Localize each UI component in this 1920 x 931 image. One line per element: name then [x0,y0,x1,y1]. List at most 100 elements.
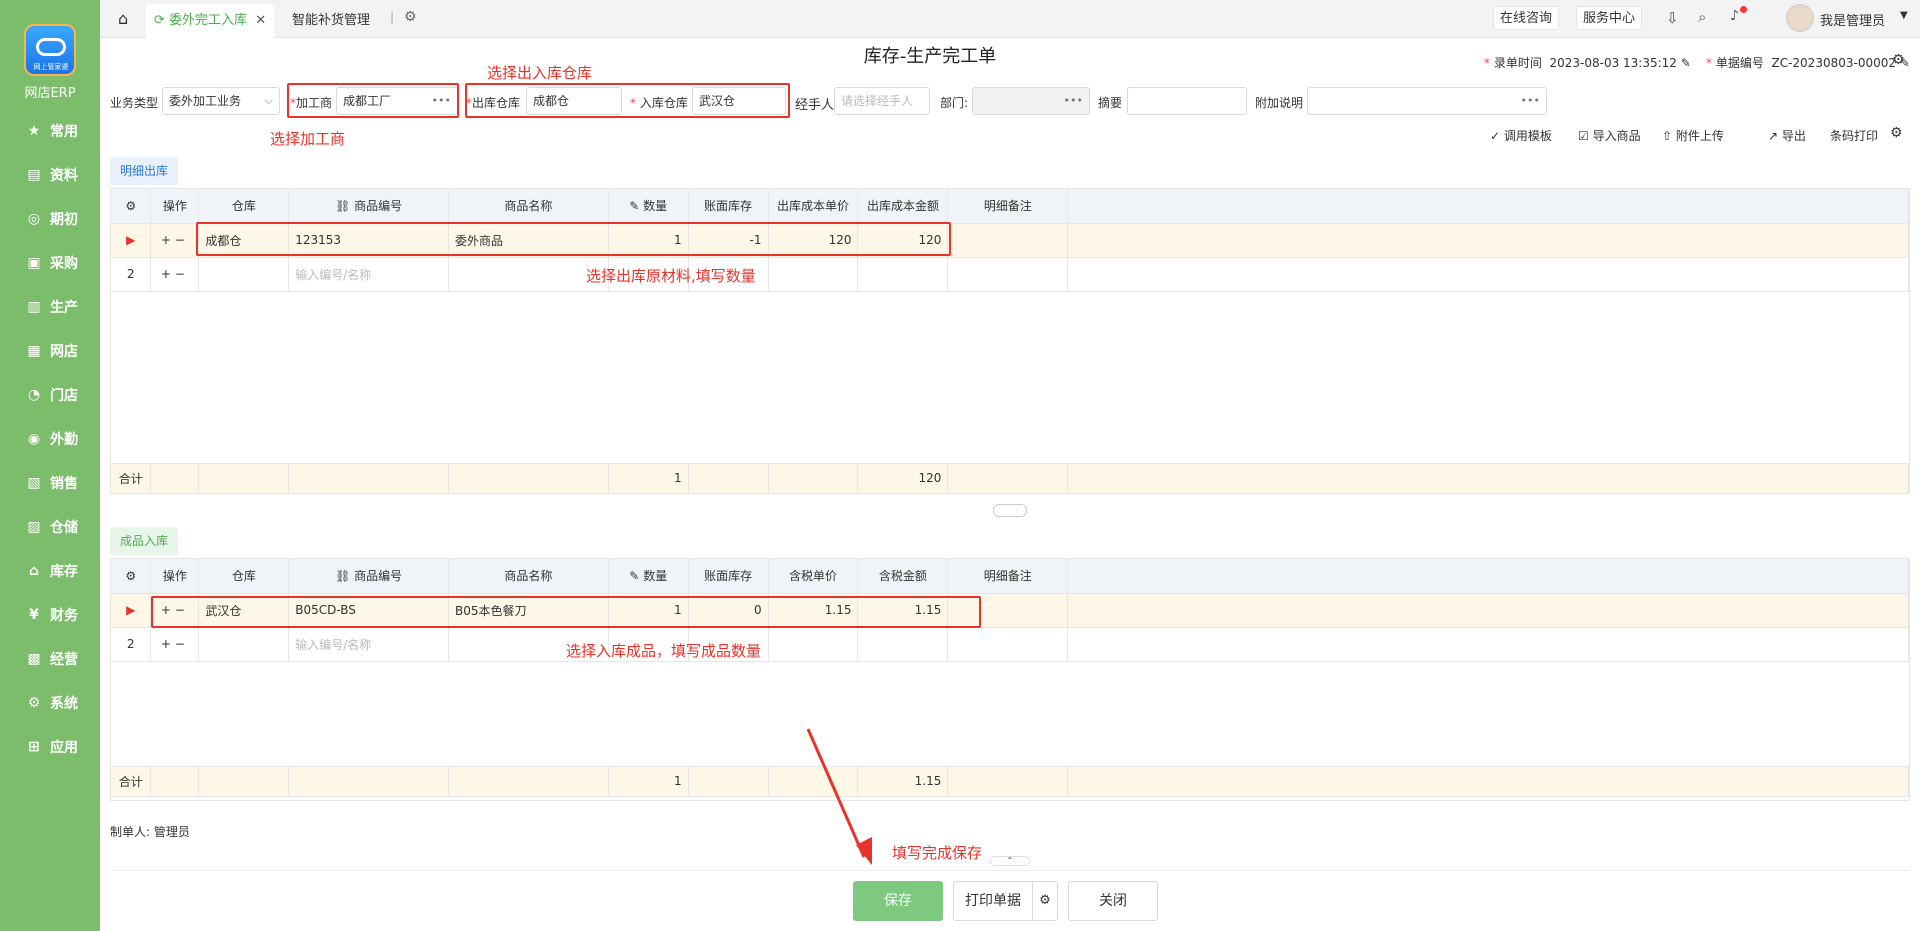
logo-small-text: 网上管家婆 [33,63,69,71]
sidebar-item-0[interactable]: ★ 常用 [0,114,100,148]
edit-icon[interactable]: ✎ [1681,56,1691,70]
sidebar-item-label: 应用 [50,740,78,756]
user-name[interactable]: 我是管理员 [1820,10,1885,29]
more-icon: ••• [1520,94,1540,107]
record-time: * 录单时间 2023-08-03 13:35:12 ✎ [1484,56,1691,70]
online-consult-button[interactable]: 在线咨询 [1493,6,1560,30]
page-title: 库存-生产完工单 [863,46,997,67]
maker: 制单人: 管理员 [110,825,190,839]
dept-label: 部门: [940,96,969,110]
chevron-down-icon: ⌵ [264,94,273,107]
export-button[interactable]: ↗ 导出 [1768,127,1806,144]
gear-icon[interactable]: ⚙ [1890,125,1903,141]
money-icon: ¥ [29,607,39,623]
sidebar-item-9[interactable]: ▨ 仓储 [0,510,100,544]
sidebar-item-label: 采购 [50,256,78,272]
sidebar-item-7[interactable]: ◉ 外勤 [0,422,100,456]
template-button[interactable]: ✓ 调用模板 [1490,127,1552,144]
row-add-remove-buttons[interactable]: +− [150,257,200,292]
avatar[interactable] [1786,4,1814,32]
row-pointer-icon: ▶ [111,593,152,628]
chevron-down-icon[interactable]: ▼ [1900,10,1908,21]
save-button[interactable]: 保存 [853,881,943,921]
gear-icon[interactable]: ⚙ [404,9,417,25]
collapse-handle[interactable]: ⌃ [990,856,1030,866]
print-settings-gear-icon[interactable]: ⚙ [1032,881,1058,921]
gear-icon[interactable]: ⚙ [111,189,152,224]
star-icon: ★ [27,123,41,139]
goods-search-input[interactable]: 输入编号/名称 [288,257,450,292]
sidebar-item-label: 经营 [50,652,78,668]
splitter-handle[interactable] [993,504,1027,517]
sidebar-item-12[interactable]: ▩ 经营 [0,642,100,676]
sidebar-item-label: 销售 [50,476,78,492]
tab-finished-inbound[interactable]: 成品入库 [110,527,179,555]
close-button[interactable]: 关闭 [1068,881,1158,921]
link-icon: ⛓ [335,199,351,214]
monitor-icon: ▩ [27,651,41,667]
target-icon: ◉ [27,431,41,447]
sidebar-item-1[interactable]: ▤ 资料 [0,158,100,192]
sidebar-item-label: 外勤 [50,432,78,448]
sidebar-item-5[interactable]: ▦ 网店 [0,334,100,368]
goods-search-input[interactable]: 输入编号/名称 [288,627,450,662]
settings-icon[interactable]: ⚙ [1892,52,1905,68]
table-row[interactable]: 2 +− 输入编号/名称 [111,627,1909,662]
tab-outsourced-inbound[interactable]: ⟳ 委外完工入库 ✕ [146,4,275,38]
total-row: 合计 1 1.15 [111,766,1909,797]
annotation-raw-material: 选择出库原材料,填写数量 [586,267,756,285]
table-row[interactable]: 2 +− 输入编号/名称 [111,257,1909,292]
service-center-button[interactable]: 服务中心 [1576,6,1643,30]
summary-field[interactable] [1127,87,1247,115]
home-icon[interactable]: ⌂ [118,9,128,28]
shop-icon: ▦ [27,343,41,359]
clock-icon: ◎ [27,211,41,227]
highlight-processor [287,83,459,118]
cart-icon: ▣ [27,255,41,271]
close-icon[interactable]: ✕ [255,13,266,28]
pie-icon: ◔ [27,387,41,403]
sidebar-item-label: 期初 [50,212,78,228]
sidebar-item-2[interactable]: ◎ 期初 [0,202,100,236]
biz-type-select[interactable]: 委外加工业务 ⌵ [162,87,280,115]
sidebar-item-4[interactable]: ▥ 生产 [0,290,100,324]
dept-field[interactable]: ••• [972,87,1090,115]
sidebar-item-label: 常用 [50,124,78,140]
sidebar-item-label: 资料 [50,168,78,184]
row-add-remove-buttons[interactable]: +− [150,627,200,662]
barcode-print-button[interactable]: 条码打印 [1830,127,1878,144]
annotation-processor: 选择加工商 [270,130,346,148]
print-document-button[interactable]: 打印单据 [953,881,1033,921]
edit-icon: ✎ [629,569,640,584]
gear-icon: ⚙ [27,695,41,711]
sidebar-item-11[interactable]: ¥ 财务 [0,598,100,632]
attachment-upload-button[interactable]: ⇧ 附件上传 [1662,127,1724,144]
sidebar-item-3[interactable]: ▣ 采购 [0,246,100,280]
sidebar-item-14[interactable]: ⊞ 应用 [0,730,100,764]
sidebar-item-label: 生产 [50,300,78,316]
note-field[interactable]: ••• [1307,87,1547,115]
annotation-finished-goods: 选择入库成品，填写成品数量 [566,642,762,660]
sidebar-item-label: 网店 [50,344,78,360]
factory-icon: ▥ [27,299,41,315]
download-icon[interactable]: ⇩ [1666,9,1679,27]
search-icon[interactable]: ⌕ [1698,8,1706,26]
cell-note[interactable] [947,223,1069,258]
sidebar-item-10[interactable]: ⌂ 库存 [0,554,100,588]
row-add-remove-buttons[interactable]: +− [150,223,200,258]
sidebar-item-6[interactable]: ◔ 门店 [0,378,100,412]
table-header: ⚙ 操作 仓库 ⛓ 商品编号 商品名称 ✎ 数量 账面库存 含税单价 含税金额 明细备注 [111,559,1909,594]
handler-field[interactable]: 请选择经手人 [834,87,930,115]
tab-detail-outbound[interactable]: 明细出库 [110,157,179,185]
import-goods-button[interactable]: ☑ 导入商品 [1578,127,1641,144]
plus-icon: ⊞ [28,739,40,755]
highlight-raw-material [196,222,951,256]
sidebar-item-13[interactable]: ⚙ 系统 [0,686,100,720]
tab-smart-replenishment[interactable]: 智能补货管理 [292,4,370,38]
bottom-action-bar: 保存 打印单据 ⚙ 关闭 [110,870,1910,931]
biz-type-label: 业务类型 [110,96,159,110]
gear-icon[interactable]: ⚙ [111,559,152,594]
sidebar-item-8[interactable]: ▧ 销售 [0,466,100,500]
bell-icon[interactable]: ♪ [1730,6,1747,24]
summary-label: 摘要 [1098,96,1123,110]
